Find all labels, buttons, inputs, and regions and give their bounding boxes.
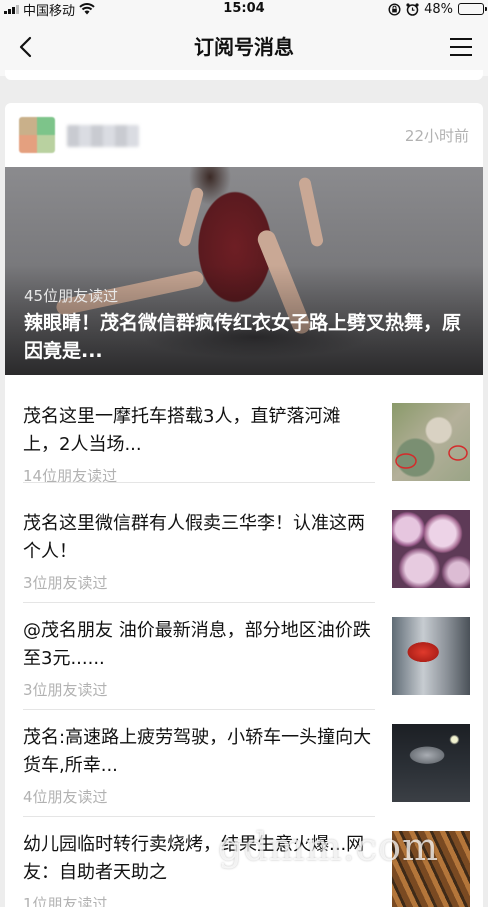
article-thumbnail — [392, 617, 470, 695]
account-name-blurred[interactable] — [67, 125, 139, 147]
card-header: 22小时前 — [5, 103, 483, 168]
subscription-card: 22小时前 45位朋友读过 辣眼睛！茂名微信群疯传红衣女子路上劈叉热舞，原因竟是… — [5, 103, 483, 375]
battery-icon — [458, 3, 487, 15]
article-thumbnail — [392, 510, 470, 588]
article-readers: 3位朋友读过 — [23, 681, 108, 699]
hero-article[interactable]: 45位朋友读过 辣眼睛！茂名微信群疯传红衣女子路上劈叉热舞，原因竟是... — [5, 167, 483, 375]
article-thumbnail — [392, 403, 470, 481]
list-item[interactable]: 茂名这里微信群有人假卖三华李！认准这两个人！ 3位朋友读过 — [5, 496, 483, 603]
list-item[interactable]: 茂名这里一摩托车搭载3人，直铲落河滩上，2人当场... 14位朋友读过 — [5, 375, 483, 485]
hero-headline: 辣眼睛！茂名微信群疯传红衣女子路上劈叉热舞，原因竟是... — [24, 312, 462, 362]
article-title: 茂名:高速路上疲劳驾驶，小轿车一头撞向大货车,所幸... — [23, 727, 372, 776]
page-title: 订阅号消息 — [194, 35, 294, 59]
article-readers: 4位朋友读过 — [23, 788, 108, 806]
alarm-icon — [406, 2, 419, 16]
list-item[interactable]: 茂名:高速路上疲劳驾驶，小轿车一头撞向大货车,所幸... 4位朋友读过 — [5, 710, 483, 817]
status-bar: 中国移动 15:04 48% — [0, 0, 488, 19]
article-title: @茂名朋友 油价最新消息，部分地区油价跌至3元...... — [23, 620, 371, 669]
previous-card-edge — [5, 70, 483, 80]
article-title: 茂名这里一摩托车搭载3人，直铲落河滩上，2人当场... — [23, 406, 341, 455]
navigation-bar: 订阅号消息 — [0, 18, 488, 76]
site-watermark: gdmm.com — [218, 825, 439, 869]
article-readers: 3位朋友读过 — [23, 574, 108, 592]
hero-readers-count: 45位朋友读过 — [24, 287, 119, 305]
article-title: 茂名这里微信群有人假卖三华李！认准这两个人！ — [23, 513, 365, 562]
list-item[interactable]: @茂名朋友 油价最新消息，部分地区油价跌至3元...... 3位朋友读过 — [5, 603, 483, 710]
battery-percent: 48% — [424, 1, 453, 17]
article-readers: 1位朋友读过 — [23, 895, 108, 907]
hamburger-menu-icon[interactable] — [448, 35, 474, 59]
card-timestamp: 22小时前 — [404, 127, 469, 145]
article-thumbnail — [392, 724, 470, 802]
account-avatar[interactable] — [19, 117, 55, 153]
divider — [23, 482, 375, 483]
rotation-lock-icon — [388, 2, 401, 16]
